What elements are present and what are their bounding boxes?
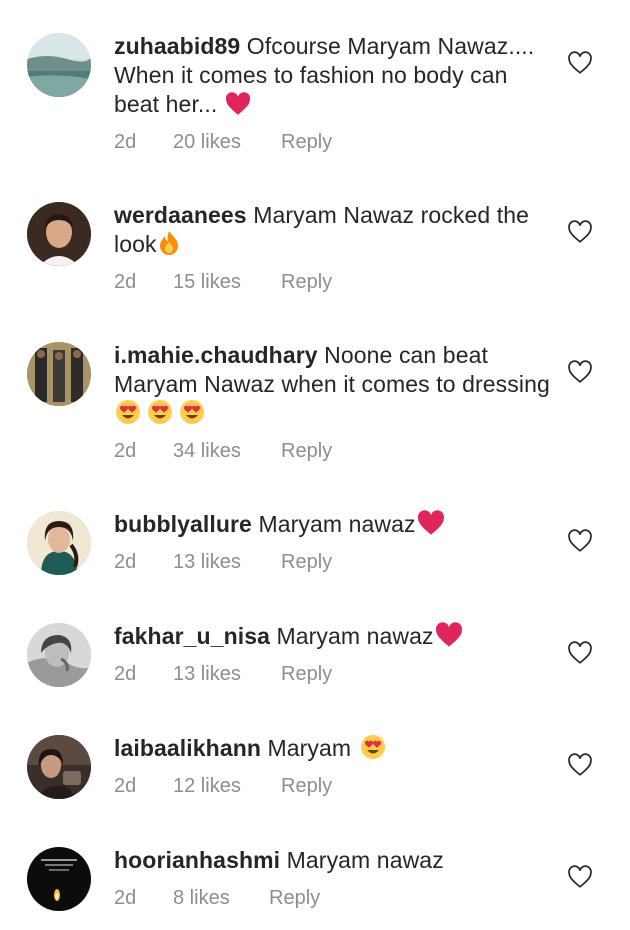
avatar[interactable] — [27, 202, 91, 266]
comment-text: werdaanees Maryam Nawaz rocked the look — [114, 201, 554, 259]
heart-eyes-emoji-icon — [359, 734, 387, 760]
comment-time: 2d — [114, 131, 137, 153]
comment-body: Maryam nawaz — [258, 511, 416, 537]
comment-text: laibaalikhann Maryam — [114, 734, 554, 763]
like-heart-icon[interactable] — [567, 529, 593, 553]
red-heart-emoji-icon — [225, 92, 251, 116]
comment-likes[interactable]: 12 likes — [173, 774, 241, 798]
reply-button[interactable]: Reply — [281, 662, 332, 686]
comment-likes[interactable]: 13 likes — [173, 550, 241, 574]
red-heart-emoji-icon — [417, 510, 445, 536]
reply-button[interactable]: Reply — [281, 550, 332, 574]
comment-body: Maryam nawaz — [286, 847, 444, 873]
reply-button[interactable]: Reply — [281, 270, 332, 294]
reply-button[interactable]: Reply — [269, 886, 320, 910]
comment-username[interactable]: bubblyallure — [114, 511, 252, 537]
comment-text: bubblyallure Maryam nawaz — [114, 510, 554, 539]
comment-username[interactable]: hoorianhashmi — [114, 847, 280, 873]
avatar[interactable] — [27, 511, 91, 575]
like-heart-icon[interactable] — [567, 641, 593, 665]
reply-button[interactable]: Reply — [281, 774, 332, 798]
like-heart-icon[interactable] — [567, 220, 593, 244]
like-heart-icon[interactable] — [567, 753, 593, 777]
like-heart-icon[interactable] — [567, 865, 593, 889]
comment-username[interactable]: laibaalikhann — [114, 735, 261, 761]
comment-body: Maryam nawaz — [276, 623, 434, 649]
like-heart-icon[interactable] — [567, 51, 593, 75]
avatar[interactable] — [27, 735, 91, 799]
comment-text: hoorianhashmi Maryam nawaz — [114, 846, 554, 875]
comment-likes[interactable]: 8 likes — [173, 886, 230, 910]
comment-body: Maryam — [267, 735, 352, 761]
comment-time: 2d — [114, 775, 137, 797]
comment-time: 2d — [114, 271, 137, 293]
comment-username[interactable]: zuhaabid89 — [114, 33, 240, 59]
comment-time: 2d — [114, 887, 137, 909]
red-heart-emoji-icon — [435, 622, 463, 648]
avatar[interactable] — [27, 847, 91, 911]
comment-text: i.mahie.chaudhary Noone can beat Maryam … — [114, 341, 554, 428]
like-heart-icon[interactable] — [567, 360, 593, 384]
comment-time: 2d — [114, 663, 137, 685]
comment-text: fakhar_u_nisa Maryam nawaz — [114, 622, 554, 651]
comment-likes[interactable]: 20 likes — [173, 130, 241, 154]
comment-username[interactable]: fakhar_u_nisa — [114, 623, 270, 649]
heart-eyes-emoji-icon — [115, 399, 211, 425]
fire-emoji-icon — [158, 230, 180, 256]
comment-likes[interactable]: 15 likes — [173, 270, 241, 294]
comment-username[interactable]: werdaanees — [114, 202, 247, 228]
comment-time: 2d — [114, 440, 137, 462]
avatar[interactable] — [27, 33, 91, 97]
reply-button[interactable]: Reply — [281, 130, 332, 154]
avatar[interactable] — [27, 342, 91, 406]
reply-button[interactable]: Reply — [281, 439, 332, 463]
comment-username[interactable]: i.mahie.chaudhary — [114, 342, 318, 368]
comment-likes[interactable]: 34 likes — [173, 439, 241, 463]
comment-time: 2d — [114, 551, 137, 573]
avatar[interactable] — [27, 623, 91, 687]
comment-likes[interactable]: 13 likes — [173, 662, 241, 686]
comment-text: zuhaabid89 Ofcourse Maryam Nawaz.... Whe… — [114, 32, 554, 119]
